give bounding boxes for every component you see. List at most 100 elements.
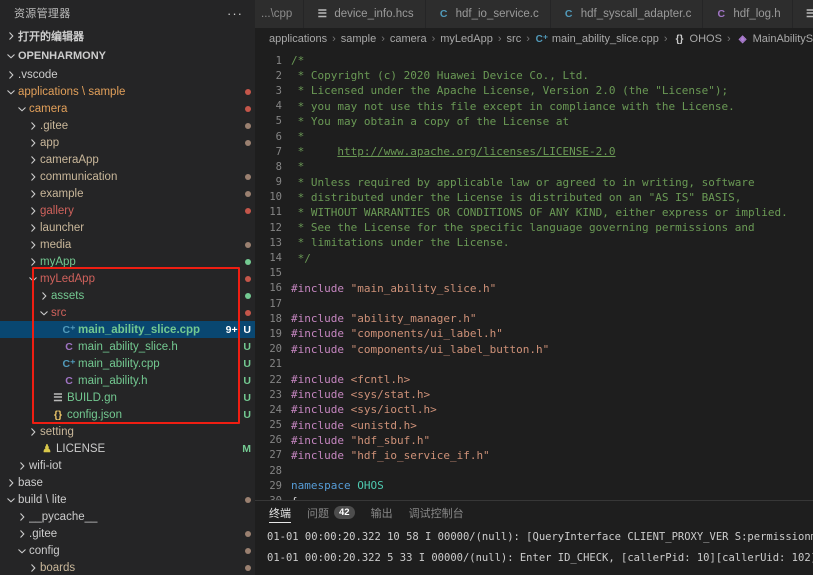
file-tree: .vscode applications \ sample camera .gitee… (0, 66, 255, 575)
status-dot (245, 190, 251, 197)
tree-item[interactable]: myApp (0, 253, 255, 270)
breadcrumb-item[interactable]: sample (341, 33, 376, 45)
code-line-text: * Unless required by applicable law or a… (291, 175, 755, 189)
chevron-down-icon[interactable] (4, 85, 18, 99)
tree-item[interactable]: applications \ sample (0, 83, 255, 100)
status-dot (245, 207, 251, 214)
section-openharmony[interactable]: OPENHARMONY (0, 46, 255, 66)
tree-item[interactable]: src (0, 304, 255, 321)
chevron-right-icon[interactable] (26, 255, 40, 269)
chevron-right-icon[interactable] (15, 510, 29, 524)
line-number: 23 (269, 388, 282, 401)
breadcrumb-item[interactable]: C⁺ main_ability_slice.cpp (535, 33, 659, 45)
line-number: 20 (269, 343, 282, 356)
chevron-right-icon[interactable] (37, 289, 51, 303)
breadcrumb-item-label: main_ability_slice.cpp (551, 33, 659, 45)
line-number: 30 (255, 495, 291, 500)
chevron-down-icon[interactable] (37, 306, 51, 320)
panel-tab[interactable]: 输出 (371, 501, 393, 524)
tree-item[interactable]: boards (0, 559, 255, 575)
method-symbol-icon: ◈ (738, 34, 747, 45)
chevron-right-icon[interactable] (26, 238, 40, 252)
tree-item[interactable]: myLedApp (0, 270, 255, 287)
chevron-right-icon[interactable] (26, 170, 40, 184)
chevron-down-icon[interactable] (4, 493, 18, 507)
code-line: 3 * Licensed under the Apache License, V… (255, 83, 813, 98)
tree-item[interactable]: Cmain_ability.h U (0, 372, 255, 389)
tree-item[interactable]: .vscode (0, 66, 255, 83)
code-line: 23 #include <sys/stat.h> (255, 387, 813, 402)
tree-item[interactable]: media (0, 236, 255, 253)
terminal-output[interactable]: 01-01 00:00:20.322 10 58 I 00000/(null):… (255, 524, 813, 575)
code-line: 17 (255, 296, 813, 311)
tree-item[interactable]: ♟ LICENSE M (0, 440, 255, 457)
code-editor[interactable]: 1/* 2 * Copyright (c) 2020 Huawei Device … (255, 50, 813, 500)
tree-item[interactable]: .gitee (0, 525, 255, 542)
tree-item[interactable]: wifi-iot (0, 457, 255, 474)
explorer-sidebar: 资源管理器 ··· 打开的编辑器 OPENHARMONY .vscode appl… (0, 0, 255, 575)
chevron-right-icon[interactable] (15, 459, 29, 473)
breadcrumb-item[interactable]: camera (390, 33, 427, 45)
tree-item[interactable]: Cmain_ability_slice.h U (0, 338, 255, 355)
editor-tab[interactable]: Chdf_syscall_adapter.c (550, 0, 704, 28)
chevron-down-icon[interactable] (26, 272, 40, 286)
breadcrumb-item[interactable]: {} OHOS (673, 33, 722, 45)
tree-item[interactable]: assets (0, 287, 255, 304)
more-actions-icon[interactable]: ··· (227, 6, 249, 21)
line-number: 16 (269, 282, 282, 295)
chevron-right-icon[interactable] (26, 425, 40, 439)
tree-item[interactable]: communication (0, 168, 255, 185)
tree-item[interactable]: launcher (0, 219, 255, 236)
tree-item[interactable]: C⁺ main_ability.cpp U (0, 355, 255, 372)
tree-item[interactable]: base (0, 474, 255, 491)
editor-tab[interactable]: Chdf_io_service.c (425, 0, 551, 28)
cpp-file-icon: C⁺ (62, 323, 76, 336)
line-number: 26 (269, 434, 282, 447)
breadcrumb-item[interactable]: myLedApp (440, 33, 493, 45)
editor-tab[interactable]: ☰BUILD.gn (792, 0, 813, 28)
panel-tab[interactable]: 问题 42 (307, 501, 355, 524)
tree-item-selected[interactable]: C⁺ main_ability_slice.cpp 9+, U (0, 321, 255, 338)
tree-item-label: wifi-iot (29, 459, 62, 472)
breadcrumb-separator-icon: › (381, 33, 385, 45)
editor-tab[interactable]: Chdf_log.h (703, 0, 793, 28)
breadcrumb-item[interactable]: ◈ MainAbilitySlice::OnStop() (736, 33, 813, 45)
chevron-right-icon[interactable] (26, 153, 40, 167)
chevron-right-icon[interactable] (26, 221, 40, 235)
chevron-right-icon[interactable] (4, 476, 18, 490)
tree-item[interactable]: build \ lite (0, 491, 255, 508)
editor-tab[interactable]: ☰ device_info.hcs (304, 0, 426, 28)
breadcrumb-item[interactable]: src (507, 33, 522, 45)
chevron-right-icon[interactable] (26, 204, 40, 218)
chevron-right-icon[interactable] (15, 527, 29, 541)
line-number: 14 (269, 252, 282, 265)
panel-tab[interactable]: 调试控制台 (409, 501, 464, 524)
chevron-down-icon[interactable] (15, 102, 29, 116)
tree-item[interactable]: config (0, 542, 255, 559)
code-line-text: * distributed under the License is distr… (291, 190, 742, 204)
tree-item[interactable]: example (0, 185, 255, 202)
chevron-right-icon[interactable] (26, 119, 40, 133)
chevron-right-icon[interactable] (4, 68, 18, 82)
panel-tab[interactable]: 终端 (269, 501, 291, 524)
code-line: 28 (255, 463, 813, 478)
tree-item[interactable]: __pycache__ (0, 508, 255, 525)
chevron-down-icon[interactable] (15, 544, 29, 558)
tree-item[interactable]: camera (0, 100, 255, 117)
tree-item[interactable]: app (0, 134, 255, 151)
tree-item[interactable]: cameraApp (0, 151, 255, 168)
chevron-right-icon[interactable] (26, 561, 40, 575)
section-open-editors[interactable]: 打开的编辑器 (0, 26, 255, 46)
breadcrumb-item[interactable]: applications (269, 33, 327, 45)
terminal-line: 01-01 00:00:20.322 10 58 I 00000/(null):… (267, 531, 813, 543)
tree-item[interactable]: .gitee (0, 117, 255, 134)
tree-item[interactable]: gallery (0, 202, 255, 219)
code-line-text: { (291, 495, 298, 500)
tree-item[interactable]: {} config.json U (0, 406, 255, 423)
editor-tab[interactable]: ...\cpp (255, 0, 305, 28)
tree-item[interactable]: setting (0, 423, 255, 440)
chevron-right-icon[interactable] (26, 187, 40, 201)
tree-item-label: src (51, 306, 67, 319)
tree-item[interactable]: ☰ BUILD.gn U (0, 389, 255, 406)
chevron-right-icon[interactable] (26, 136, 40, 150)
